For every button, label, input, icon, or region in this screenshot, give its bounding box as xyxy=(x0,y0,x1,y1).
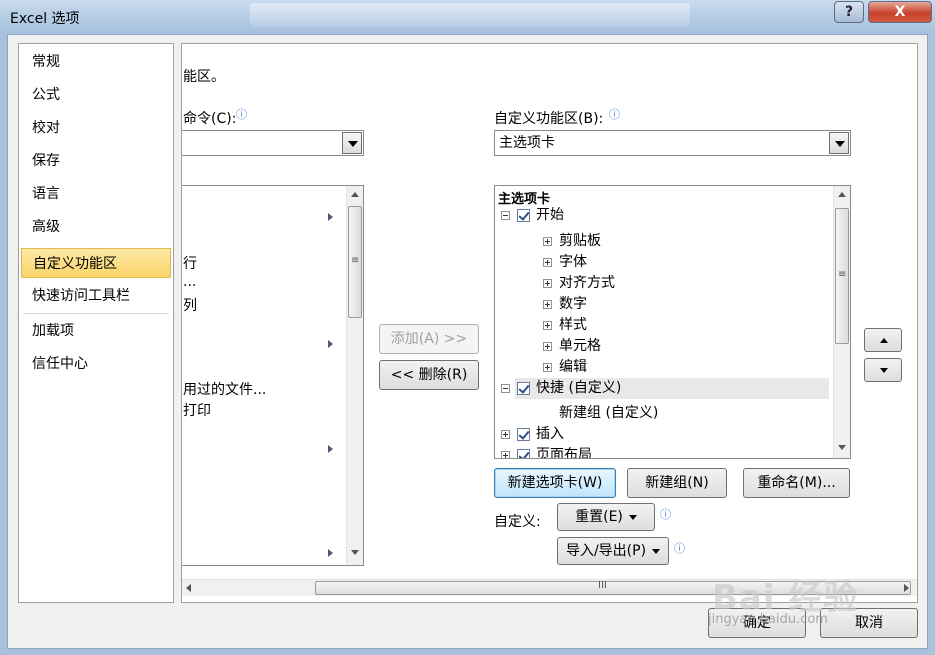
list-item[interactable]: 行 xyxy=(183,253,197,273)
tree-item-editing[interactable]: 编辑 xyxy=(495,357,833,378)
scroll-up-icon[interactable] xyxy=(838,192,846,197)
customize-ribbon-panel: 能区。 命令(C): ⓘ 行 ... 列 用过的文件... 打印 ≡ 添加(A)… xyxy=(181,43,918,603)
dialog-client-area: 常规 公式 校对 保存 语言 高级 自定义功能区 快速访问工具栏 加载项 信任中… xyxy=(7,34,928,649)
customize-ribbon-label: 自定义功能区(B): xyxy=(494,111,604,127)
chevron-down-icon[interactable] xyxy=(829,132,849,154)
reset-button[interactable]: 重置(E) xyxy=(557,503,655,531)
close-button[interactable]: X xyxy=(868,1,932,23)
up-arrow-icon xyxy=(880,338,888,343)
nav-item-quick-access-toolbar[interactable]: 快速访问工具栏 xyxy=(21,281,171,311)
scroll-right-icon[interactable] xyxy=(904,584,909,592)
expand-icon[interactable] xyxy=(543,258,552,267)
expand-icon[interactable] xyxy=(543,363,552,372)
tree-item-font[interactable]: 字体 xyxy=(495,252,833,273)
collapse-icon[interactable] xyxy=(501,211,510,220)
baidu-watermark-url: jingyan.baidu.com xyxy=(708,612,828,627)
remove-button[interactable]: << 删除(R) xyxy=(379,360,479,390)
commands-vscroll[interactable]: ≡ xyxy=(346,186,363,565)
tree-item-clipboard[interactable]: 剪贴板 xyxy=(495,231,833,252)
tree-item-shortcut-custom[interactable]: 快捷 (自定义) xyxy=(515,378,829,399)
customizations-label: 自定义: xyxy=(494,514,541,530)
info-icon: ⓘ xyxy=(674,542,685,555)
tree-item-alignment[interactable]: 对齐方式 xyxy=(495,273,833,294)
tree-item-home[interactable]: 开始 xyxy=(495,205,833,226)
scroll-down-icon[interactable] xyxy=(838,445,846,450)
list-item[interactable]: 列 xyxy=(183,295,197,315)
chevron-down-icon xyxy=(652,548,661,554)
expand-icon[interactable] xyxy=(543,342,552,351)
submenu-arrow-icon xyxy=(328,445,333,453)
scroll-down-icon[interactable] xyxy=(351,550,359,555)
new-tab-button[interactable]: 新建选项卡(W) xyxy=(494,468,616,498)
nav-item-general[interactable]: 常规 xyxy=(21,47,171,77)
checkbox-icon[interactable] xyxy=(517,449,530,458)
expand-icon[interactable] xyxy=(543,300,552,309)
tree-item-new-group-custom[interactable]: 新建组 (自定义) xyxy=(495,403,833,424)
grip-icon: ≡ xyxy=(351,255,360,266)
info-icon: ⓘ xyxy=(236,108,247,121)
move-down-button[interactable] xyxy=(864,358,902,382)
tree-item-number[interactable]: 数字 xyxy=(495,294,833,315)
help-button[interactable]: ? xyxy=(834,1,864,23)
background-window-ghost xyxy=(250,3,690,27)
nav-item-trust-center[interactable]: 信任中心 xyxy=(21,349,171,379)
nav-item-save[interactable]: 保存 xyxy=(21,146,171,176)
customize-ribbon-combo[interactable]: 主选项卡 xyxy=(494,130,851,156)
window-frame-right xyxy=(928,34,935,649)
nav-item-language[interactable]: 语言 xyxy=(21,179,171,209)
nav-item-proofing[interactable]: 校对 xyxy=(21,113,171,143)
tree-item-insert[interactable]: 插入 xyxy=(495,424,833,445)
window-title: Excel 选项 xyxy=(10,11,80,27)
expand-icon[interactable] xyxy=(501,451,510,458)
expand-icon[interactable] xyxy=(501,430,510,439)
chevron-down-icon[interactable] xyxy=(342,132,362,154)
options-nav: 常规 公式 校对 保存 语言 高级 自定义功能区 快速访问工具栏 加载项 信任中… xyxy=(18,43,174,603)
window-frame-bottom xyxy=(0,649,935,655)
nav-divider xyxy=(23,313,169,314)
down-arrow-icon xyxy=(880,368,888,373)
scroll-up-icon[interactable] xyxy=(351,192,359,197)
choose-commands-label: 命令(C): xyxy=(183,111,237,127)
window-frame-left xyxy=(0,34,7,649)
submenu-arrow-icon xyxy=(328,340,333,348)
ribbon-tree[interactable]: 主选项卡 开始 剪贴板 字体 对齐方式 数字 样式 单元格 编辑 快捷 (自定义… xyxy=(494,185,851,459)
info-icon: ⓘ xyxy=(609,108,620,121)
checkbox-icon[interactable] xyxy=(517,382,530,395)
move-up-button[interactable] xyxy=(864,328,902,352)
tree-item-styles[interactable]: 样式 xyxy=(495,315,833,336)
submenu-arrow-icon xyxy=(328,549,333,557)
expand-icon[interactable] xyxy=(543,237,552,246)
chevron-down-icon xyxy=(628,514,637,520)
info-icon: ⓘ xyxy=(660,508,671,521)
rename-button[interactable]: 重命名(M)... xyxy=(743,468,850,498)
checkbox-icon[interactable] xyxy=(517,209,530,222)
expand-icon[interactable] xyxy=(543,279,552,288)
title-bar: Excel 选项 ? X xyxy=(0,0,935,34)
nav-item-customize-ribbon[interactable]: 自定义功能区 xyxy=(21,248,171,278)
tree-item-cells[interactable]: 单元格 xyxy=(495,336,833,357)
collapse-icon[interactable] xyxy=(501,384,510,393)
nav-item-add-ins[interactable]: 加载项 xyxy=(21,316,171,346)
checkbox-icon[interactable] xyxy=(517,428,530,441)
nav-item-formulas[interactable]: 公式 xyxy=(21,80,171,110)
new-group-button[interactable]: 新建组(N) xyxy=(627,468,727,498)
panel-heading-fragment: 能区。 xyxy=(183,69,225,85)
list-item[interactable]: 打印 xyxy=(183,400,211,420)
choose-commands-combo[interactable] xyxy=(182,130,364,156)
grip-icon: ≡ xyxy=(838,269,847,280)
submenu-arrow-icon xyxy=(328,213,333,221)
expand-icon[interactable] xyxy=(543,321,552,330)
list-item[interactable]: 用过的文件... xyxy=(183,379,266,399)
grip-icon: III xyxy=(598,580,607,591)
tree-vscroll[interactable]: ≡ xyxy=(833,186,850,458)
tree-item-page-layout[interactable]: 页面布局 xyxy=(495,445,833,458)
import-export-button[interactable]: 导入/导出(P) xyxy=(557,537,669,565)
list-item[interactable]: ... xyxy=(183,274,196,290)
commands-listbox[interactable]: 行 ... 列 用过的文件... 打印 ≡ xyxy=(182,185,364,566)
add-button[interactable]: 添加(A) >> xyxy=(379,324,479,354)
nav-item-advanced[interactable]: 高级 xyxy=(21,212,171,242)
scroll-left-icon[interactable] xyxy=(186,584,191,592)
